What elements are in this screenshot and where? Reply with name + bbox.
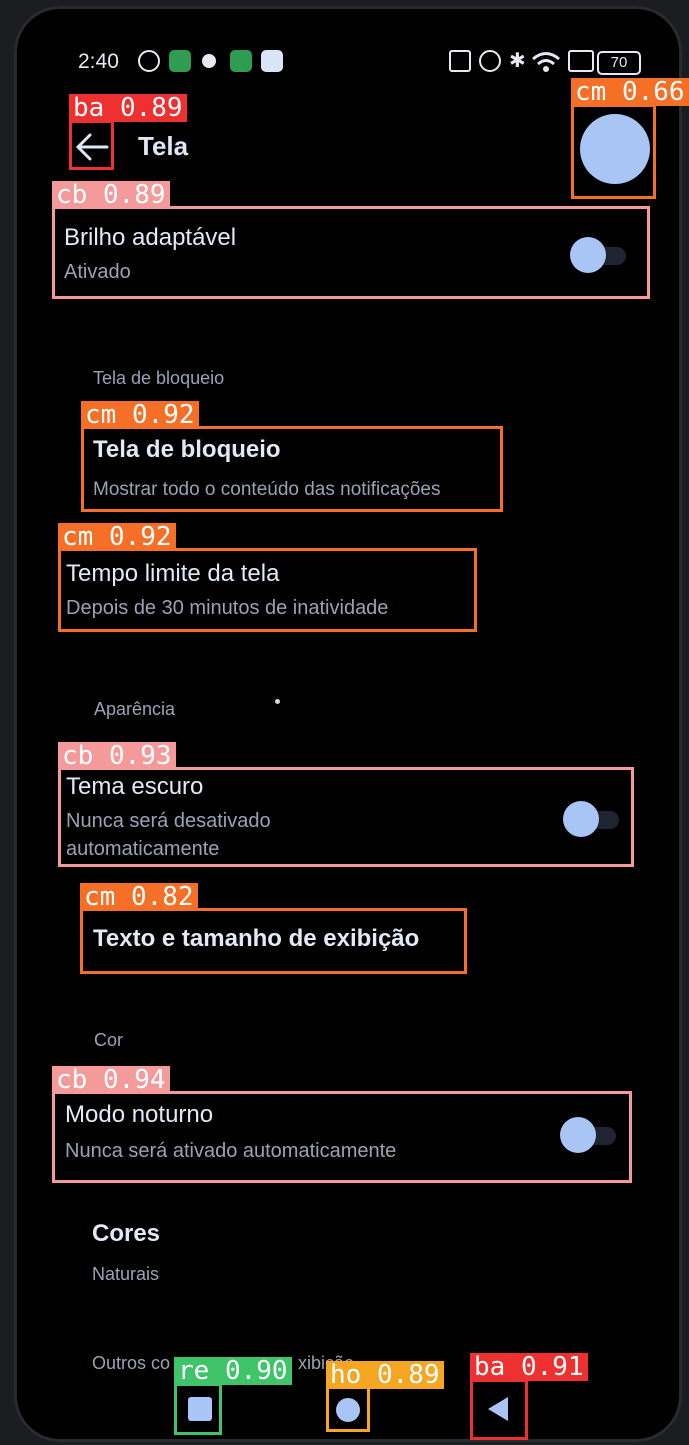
detection-box-dark bbox=[58, 767, 634, 867]
detection-label-lockscreen: cm 0.92 bbox=[81, 401, 199, 429]
detection-box-timeout bbox=[58, 548, 477, 632]
detection-box-night bbox=[52, 1091, 632, 1183]
detection-label-nav-back: ba 0.91 bbox=[470, 1353, 588, 1381]
detection-label-adaptive: cb 0.89 bbox=[52, 181, 170, 209]
detection-label-avatar: cm 0.66 bbox=[571, 78, 689, 106]
app-grid-icon bbox=[169, 50, 191, 72]
bluetooth-icon: ✱ bbox=[509, 50, 526, 72]
app-icon bbox=[230, 50, 252, 72]
page-title: Tela bbox=[138, 131, 189, 161]
close-box-icon bbox=[568, 50, 594, 72]
colors-title: Cores bbox=[92, 1220, 161, 1247]
detection-box-adaptive bbox=[52, 206, 650, 299]
nfc-icon bbox=[449, 50, 471, 72]
status-time: 2:40 bbox=[78, 50, 119, 73]
gallery-icon bbox=[261, 50, 283, 72]
detection-box-nav-back bbox=[470, 1379, 528, 1440]
section-header-lockscreen: Tela de bloqueio bbox=[93, 368, 225, 388]
detection-label-text-size: cm 0.82 bbox=[80, 883, 198, 911]
detection-label-recents: re 0.90 bbox=[174, 1357, 292, 1385]
wifi-icon bbox=[532, 52, 560, 72]
dot-marker bbox=[275, 699, 280, 704]
detection-box-recents bbox=[174, 1383, 222, 1435]
detection-box-back bbox=[69, 120, 114, 170]
detection-label-dark: cb 0.93 bbox=[58, 742, 176, 770]
detection-label-back: ba 0.89 bbox=[69, 94, 187, 122]
detection-box-text-size bbox=[80, 908, 467, 974]
alarm-icon bbox=[479, 50, 501, 72]
bug-icon bbox=[202, 54, 216, 68]
detection-box-avatar bbox=[571, 104, 656, 199]
chrome-icon bbox=[138, 50, 160, 72]
section-header-color: Cor bbox=[94, 1030, 124, 1050]
detection-label-timeout: cm 0.92 bbox=[58, 523, 176, 551]
detection-label-night: cb 0.94 bbox=[52, 1066, 170, 1094]
detection-label-home: ho 0.89 bbox=[326, 1361, 444, 1389]
battery-icon: 70 bbox=[597, 51, 641, 75]
section-header-other: Outros co bbox=[92, 1353, 171, 1373]
colors-row[interactable]: Cores Naturais bbox=[82, 1212, 482, 1292]
colors-subtitle: Naturais bbox=[92, 1264, 160, 1284]
detection-box-home bbox=[326, 1386, 370, 1432]
detection-box-lockscreen bbox=[81, 426, 503, 512]
section-header-appearance: Aparência bbox=[94, 699, 176, 719]
